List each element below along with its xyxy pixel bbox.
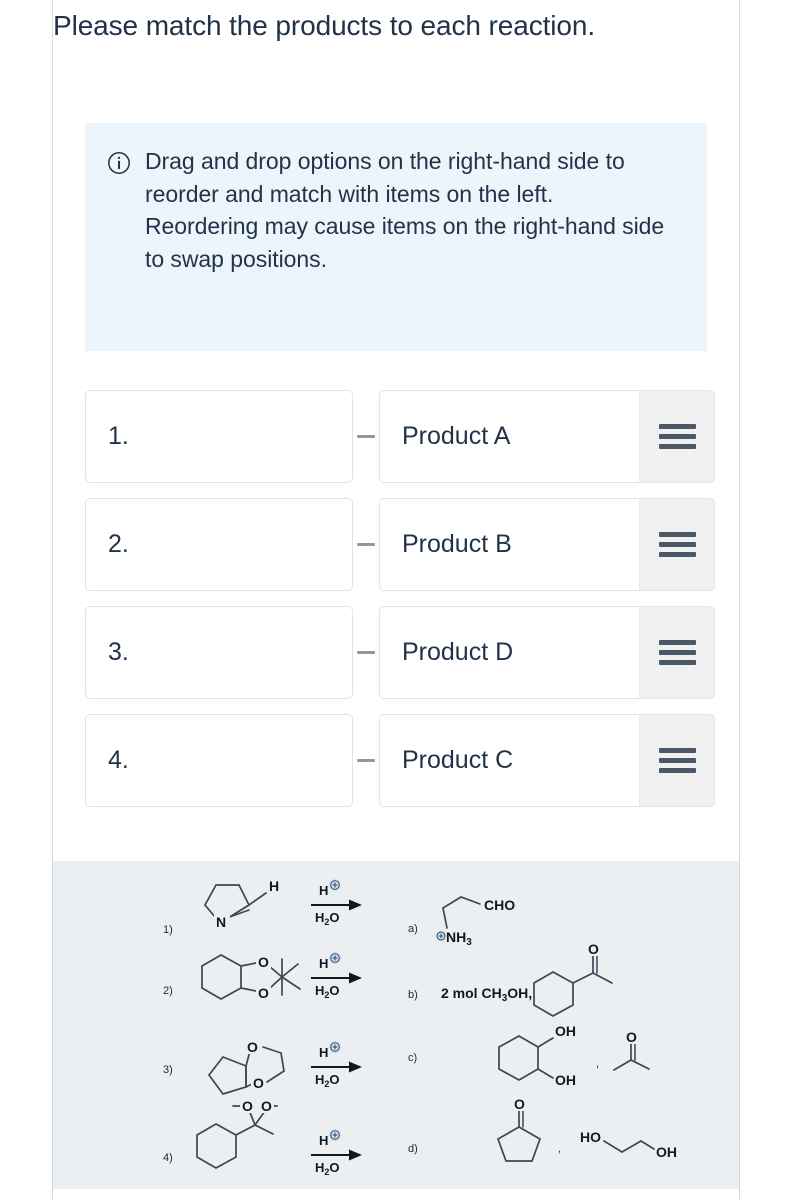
reaction-1-arrow: H H2O	[311, 878, 362, 927]
reaction-4-label: 4)	[163, 1152, 173, 1164]
reaction-2-o-bottom: O	[258, 985, 269, 1001]
reaction-3-substrate: O O	[207, 1039, 285, 1095]
reaction-3-o-bottom: O	[253, 1075, 264, 1091]
reaction-1-substrate: H N	[203, 878, 279, 930]
reaction-3-arrow: H H2O	[311, 1040, 362, 1089]
reaction-2-label: 2)	[163, 985, 173, 997]
row-number-3: 3.	[108, 638, 129, 666]
reaction-4-reagent-top: H	[319, 1133, 328, 1148]
reaction-scheme-svg: 1) H N H H2O 2) O O H H2O 3) O O H H2O 4…	[163, 878, 677, 1177]
product-c-label: c)	[408, 1052, 417, 1064]
reaction-1-reagent-top: H	[319, 883, 328, 898]
worksheet-page: Please match the products to each reacti…	[0, 0, 792, 1200]
product-d-separator: ,	[558, 1143, 561, 1155]
reaction-2-arrow: H H2O	[311, 951, 362, 1000]
drag-handle-icon-3[interactable]	[639, 606, 715, 699]
reaction-4-substrate: O O	[196, 1098, 278, 1169]
product-c-separator: ,	[596, 1058, 599, 1070]
product-option-2[interactable]: Product B	[379, 498, 639, 591]
product-label-1: Product A	[402, 422, 511, 450]
product-c-o: O	[626, 1029, 637, 1045]
reaction-scheme-figure: 1) H N H H2O 2) O O H H2O 3) O O H H2O 4…	[53, 861, 739, 1189]
drop-target-3[interactable]: 3.	[85, 606, 353, 699]
info-callout-text: Drag and drop options on the right-hand …	[145, 145, 685, 276]
product-b-o: O	[588, 941, 599, 957]
match-row-2: 2. Product B	[85, 498, 715, 591]
drop-target-2[interactable]: 2.	[85, 498, 353, 591]
reaction-2-o-top: O	[258, 954, 269, 970]
reaction-3-reagent-top: H	[319, 1045, 328, 1060]
match-row-3: 3. Product D	[85, 606, 715, 699]
reaction-1-h-atom: H	[269, 878, 279, 894]
reaction-2-substrate: O O	[201, 954, 301, 1001]
product-a-cho: CHO	[484, 897, 515, 913]
reaction-4-o-right: O	[261, 1098, 272, 1114]
product-label-2: Product B	[402, 530, 512, 558]
product-b-structure: O	[533, 941, 613, 1017]
reaction-2-reagent-top: H	[319, 956, 328, 971]
product-c-oh-top: OH	[555, 1023, 576, 1039]
product-d-label: d)	[408, 1143, 418, 1155]
match-row-4: 4. Product C	[85, 714, 715, 807]
reaction-3-o-top: O	[247, 1039, 258, 1055]
row-connector-2	[353, 498, 379, 591]
product-d-oh: OH	[656, 1144, 677, 1160]
reaction-1-n-atom: N	[216, 914, 226, 930]
product-a-nh3: NH3	[446, 929, 472, 948]
product-a-structure: CHO NH3	[435, 896, 515, 948]
info-circle-icon	[107, 151, 131, 175]
row-connector-1	[353, 390, 379, 483]
product-label-4: Product C	[402, 746, 514, 774]
row-connector-3	[353, 606, 379, 699]
product-b-methanol-text: 2 mol CH3OH,	[441, 985, 532, 1004]
product-b-label: b)	[408, 989, 418, 1001]
row-number-2: 2.	[108, 530, 129, 558]
product-d-structure: O , HO OH	[496, 1096, 677, 1162]
product-c-oh-bottom: OH	[555, 1072, 576, 1088]
reaction-2-reagent-bottom: H2O	[315, 983, 340, 1000]
product-label-3: Product D	[402, 638, 514, 666]
drop-target-1[interactable]: 1.	[85, 390, 353, 483]
info-callout: Drag and drop options on the right-hand …	[85, 123, 707, 351]
row-number-4: 4.	[108, 746, 129, 774]
right-page-rule	[739, 0, 740, 1200]
reaction-1-reagent-bottom: H2O	[315, 910, 340, 927]
product-d-o: O	[514, 1096, 525, 1112]
row-connector-4	[353, 714, 379, 807]
page-title: Please match the products to each reacti…	[53, 10, 596, 41]
reaction-4-reagent-bottom: H2O	[315, 1160, 340, 1177]
reaction-1-label: 1)	[163, 924, 173, 936]
reaction-3-label: 3)	[163, 1064, 173, 1076]
drag-handle-icon-1[interactable]	[639, 390, 715, 483]
product-option-4[interactable]: Product C	[379, 714, 639, 807]
reaction-4-o-left: O	[242, 1098, 253, 1114]
reaction-4-arrow: H H2O	[311, 1128, 362, 1177]
product-d-ho: HO	[580, 1129, 601, 1145]
match-row-1: 1. Product A	[85, 390, 715, 483]
row-number-1: 1.	[108, 422, 129, 450]
product-a-label: a)	[408, 923, 418, 935]
product-option-3[interactable]: Product D	[379, 606, 639, 699]
drop-target-4[interactable]: 4.	[85, 714, 353, 807]
drag-handle-icon-4[interactable]	[639, 714, 715, 807]
product-c-structure: OH OH , O	[498, 1023, 650, 1088]
drag-handle-icon-2[interactable]	[639, 498, 715, 591]
matching-list: 1. Product A 2. Product B 3. Product D 4…	[85, 390, 715, 822]
info-callout-line-1: Drag and drop options on the right-hand …	[145, 148, 625, 207]
product-option-1[interactable]: Product A	[379, 390, 639, 483]
page-content: Please match the products to each reacti…	[53, 0, 739, 1200]
info-callout-line-2: Reordering may cause items on the right-…	[145, 213, 665, 272]
reaction-3-reagent-bottom: H2O	[315, 1072, 340, 1089]
